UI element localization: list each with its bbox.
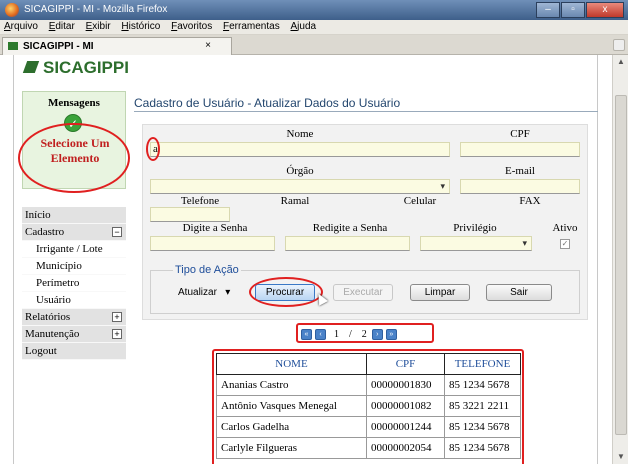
nav-subitem-municipio[interactable]: Município <box>22 258 126 275</box>
label-orgao: Órgão <box>286 165 314 177</box>
nav-item-inicio[interactable]: Início <box>22 207 126 224</box>
close-window-button[interactable]: x <box>586 2 624 18</box>
title-divider <box>134 111 598 112</box>
email-input[interactable] <box>460 179 580 194</box>
label-ativo: Ativo <box>552 222 578 234</box>
nav-item-relatorios[interactable]: Relatórios + <box>22 309 126 326</box>
label-fax: FAX <box>519 195 541 207</box>
label-privilegio: Privilégio <box>453 222 497 234</box>
menu-ferramentas[interactable]: Ferramentas <box>223 20 280 34</box>
tab-bar: SICAGIPPI - MI × <box>0 35 628 55</box>
app-logo: SICAGIPPI <box>22 58 129 78</box>
menu-ajuda[interactable]: Ajuda <box>290 20 316 34</box>
menu-exibir[interactable]: Exibir <box>86 20 111 34</box>
cpf-input[interactable] <box>460 142 580 157</box>
limpar-button[interactable]: Limpar <box>410 284 470 301</box>
highlight-box-table <box>212 349 524 464</box>
logo-mark-icon <box>22 61 40 73</box>
firefox-icon <box>5 3 19 17</box>
tab-label: SICAGIPPI - MI <box>23 41 94 52</box>
window-title: SICAGIPPI - MI - Mozilla Firefox <box>24 4 168 15</box>
expand-icon[interactable]: + <box>112 312 122 322</box>
executar-button[interactable]: Executar <box>333 284 393 301</box>
messages-title: Mensagens <box>48 97 100 109</box>
nav-subitem-usuario[interactable]: Usuário <box>22 292 126 309</box>
nav-item-manutencao[interactable]: Manutenção + <box>22 326 126 343</box>
scroll-up-icon[interactable]: ▲ <box>616 57 626 67</box>
window-controls: – ▫ x <box>535 2 624 18</box>
label-cpf: CPF <box>510 128 530 140</box>
page-title: Cadastro de Usuário - Atualizar Dados do… <box>134 96 401 110</box>
label-nome: Nome <box>286 128 314 140</box>
label-senha: Digite a Senha <box>182 222 248 234</box>
highlight-box-pager <box>296 323 434 343</box>
label-ramal: Ramal <box>280 195 310 207</box>
expand-icon[interactable]: + <box>112 329 122 339</box>
favicon-icon <box>8 42 18 50</box>
vertical-scrollbar[interactable]: ▲ ▼ <box>612 55 628 464</box>
acao-select[interactable]: Atualizar ▾ <box>178 287 230 298</box>
scroll-down-icon[interactable]: ▼ <box>616 452 626 462</box>
redigite-senha-input[interactable] <box>285 236 410 251</box>
orgao-select[interactable] <box>150 179 450 194</box>
highlight-ellipse-messages <box>18 123 130 193</box>
maximize-button[interactable]: ▫ <box>561 2 585 18</box>
tipo-acao-legend: Tipo de Ação <box>173 264 241 276</box>
privilegio-select[interactable] <box>420 236 532 251</box>
label-celular: Celular <box>403 195 437 207</box>
chevron-down-icon: ▾ <box>225 287 231 298</box>
sair-button[interactable]: Sair <box>486 284 552 301</box>
page-viewport: SICAGIPPI Mensagens ✓ Selecione Um Eleme… <box>0 55 612 464</box>
highlight-ellipse-nome <box>146 137 160 161</box>
nav-subitem-irrigante-lote[interactable]: Irrigante / Lote <box>22 241 126 258</box>
nav-subitem-perimetro[interactable]: Perímetro <box>22 275 126 292</box>
scrollbar-thumb[interactable] <box>615 95 627 435</box>
menu-bar: Arquivo Editar Exibir Histórico Favorito… <box>0 20 628 35</box>
label-redigite-senha: Redigite a Senha <box>312 222 388 234</box>
sidebar-nav: Início Cadastro − Irrigante / Lote Munic… <box>22 207 126 360</box>
ativo-checkbox[interactable]: ✓ <box>560 239 570 249</box>
menu-editar[interactable]: Editar <box>49 20 75 34</box>
nome-input[interactable]: a <box>150 142 450 157</box>
tab-sicagippi[interactable]: SICAGIPPI - MI × <box>2 37 232 55</box>
new-tab-button[interactable] <box>613 39 625 51</box>
label-telefone: Telefone <box>180 195 220 207</box>
minimize-button[interactable]: – <box>536 2 560 18</box>
window-titlebar: SICAGIPPI - MI - Mozilla Firefox – ▫ x <box>0 0 628 20</box>
collapse-icon[interactable]: − <box>112 227 122 237</box>
senha-input[interactable] <box>150 236 275 251</box>
highlight-ellipse-procurar <box>249 277 323 307</box>
tab-close-icon[interactable]: × <box>205 40 211 51</box>
label-email: E-mail <box>505 165 535 177</box>
telefone-input[interactable] <box>150 207 230 222</box>
nav-item-cadastro[interactable]: Cadastro − <box>22 224 126 241</box>
menu-favoritos[interactable]: Favoritos <box>171 20 212 34</box>
menu-historico[interactable]: Histórico <box>121 20 160 34</box>
nav-item-logout[interactable]: Logout <box>22 343 126 360</box>
menu-arquivo[interactable]: Arquivo <box>4 20 38 34</box>
